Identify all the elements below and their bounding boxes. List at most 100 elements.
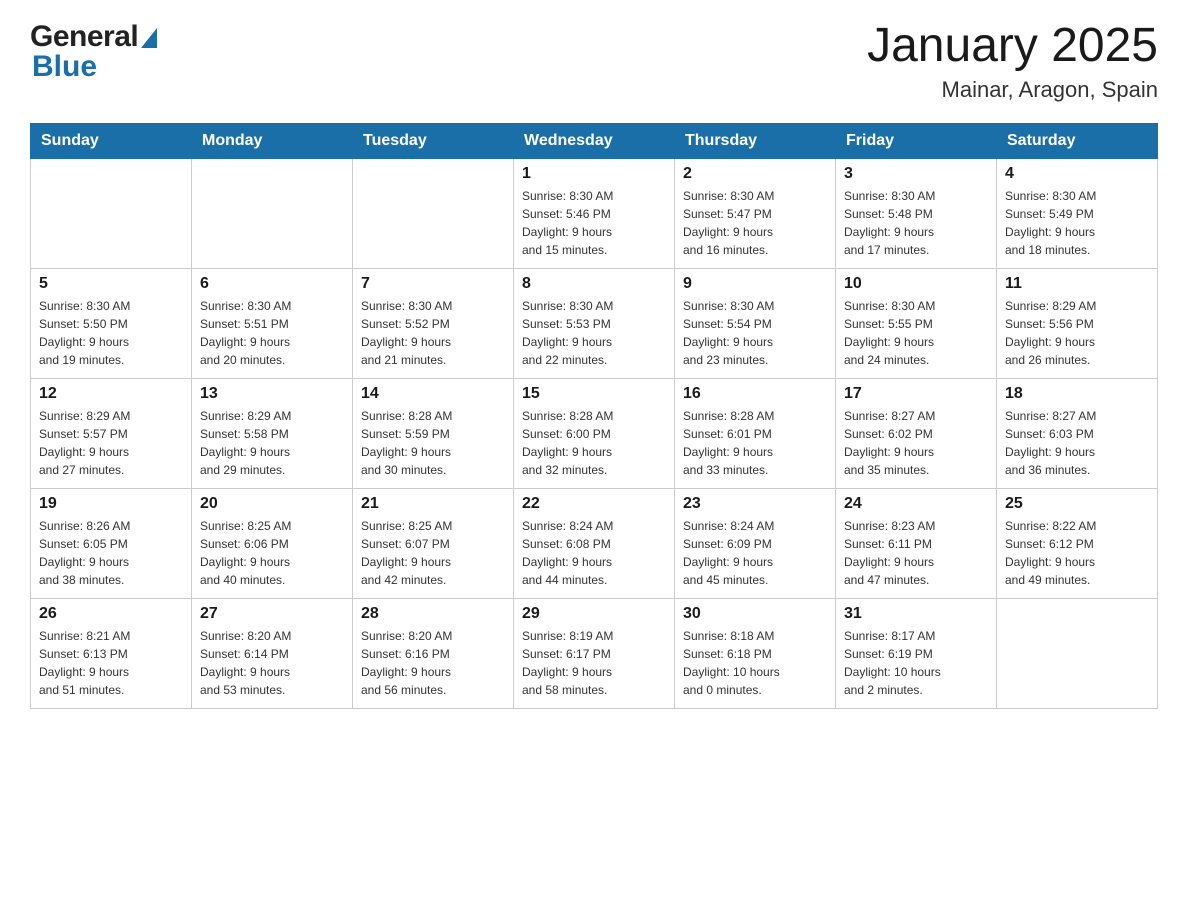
day-number: 4	[1005, 165, 1149, 183]
calendar-week-row: 19 Sunrise: 8:26 AM Sunset: 6:05 PM Dayli…	[31, 488, 1158, 598]
day-info: Sunrise: 8:30 AM Sunset: 5:46 PM Dayligh…	[522, 187, 666, 259]
calendar-header-row: SundayMondayTuesdayWednesdayThursdayFrid…	[31, 123, 1158, 158]
calendar-cell: 1 Sunrise: 8:30 AM Sunset: 5:46 PM Daylig…	[514, 158, 675, 268]
calendar-cell: 27 Sunrise: 8:20 AM Sunset: 6:14 PM Dayli…	[192, 598, 353, 708]
column-header-sunday: Sunday	[31, 123, 192, 158]
day-info: Sunrise: 8:22 AM Sunset: 6:12 PM Dayligh…	[1005, 517, 1149, 589]
day-number: 6	[200, 275, 344, 293]
day-info: Sunrise: 8:30 AM Sunset: 5:52 PM Dayligh…	[361, 297, 505, 369]
calendar-cell: 4 Sunrise: 8:30 AM Sunset: 5:49 PM Daylig…	[997, 158, 1158, 268]
day-info: Sunrise: 8:25 AM Sunset: 6:06 PM Dayligh…	[200, 517, 344, 589]
column-header-monday: Monday	[192, 123, 353, 158]
logo-blue-text: Blue	[32, 50, 97, 84]
day-number: 16	[683, 385, 827, 403]
day-info: Sunrise: 8:27 AM Sunset: 6:02 PM Dayligh…	[844, 407, 988, 479]
day-info: Sunrise: 8:18 AM Sunset: 6:18 PM Dayligh…	[683, 627, 827, 699]
day-info: Sunrise: 8:21 AM Sunset: 6:13 PM Dayligh…	[39, 627, 183, 699]
calendar-cell: 21 Sunrise: 8:25 AM Sunset: 6:07 PM Dayli…	[353, 488, 514, 598]
calendar-cell	[353, 158, 514, 268]
day-number: 18	[1005, 385, 1149, 403]
day-number: 13	[200, 385, 344, 403]
day-info: Sunrise: 8:17 AM Sunset: 6:19 PM Dayligh…	[844, 627, 988, 699]
page-header: General Blue January 2025 Mainar, Aragon…	[30, 20, 1158, 103]
day-number: 21	[361, 495, 505, 513]
calendar-cell: 15 Sunrise: 8:28 AM Sunset: 6:00 PM Dayli…	[514, 378, 675, 488]
calendar-cell: 5Sunrise: 8:30 AM Sunset: 5:50 PM Daylig…	[31, 268, 192, 378]
day-number: 20	[200, 495, 344, 513]
calendar-cell: 8 Sunrise: 8:30 AM Sunset: 5:53 PM Daylig…	[514, 268, 675, 378]
day-number: 19	[39, 495, 183, 513]
calendar-cell: 2Sunrise: 8:30 AM Sunset: 5:47 PM Daylig…	[675, 158, 836, 268]
day-info: Sunrise: 8:26 AM Sunset: 6:05 PM Dayligh…	[39, 517, 183, 589]
column-header-friday: Friday	[836, 123, 997, 158]
column-header-wednesday: Wednesday	[514, 123, 675, 158]
calendar-cell: 10 Sunrise: 8:30 AM Sunset: 5:55 PM Dayli…	[836, 268, 997, 378]
day-number: 11	[1005, 275, 1149, 293]
day-info: Sunrise: 8:27 AM Sunset: 6:03 PM Dayligh…	[1005, 407, 1149, 479]
day-number: 14	[361, 385, 505, 403]
calendar-title: January 2025	[867, 20, 1158, 73]
calendar-cell	[31, 158, 192, 268]
calendar-table: SundayMondayTuesdayWednesdayThursdayFrid…	[30, 123, 1158, 709]
calendar-cell: 13 Sunrise: 8:29 AM Sunset: 5:58 PM Dayli…	[192, 378, 353, 488]
day-number: 1	[522, 165, 666, 183]
day-info: Sunrise: 8:24 AM Sunset: 6:08 PM Dayligh…	[522, 517, 666, 589]
calendar-week-row: 26Sunrise: 8:21 AM Sunset: 6:13 PM Dayli…	[31, 598, 1158, 708]
calendar-cell: 30 Sunrise: 8:18 AM Sunset: 6:18 PM Dayli…	[675, 598, 836, 708]
day-info: Sunrise: 8:30 AM Sunset: 5:48 PM Dayligh…	[844, 187, 988, 259]
day-info: Sunrise: 8:24 AM Sunset: 6:09 PM Dayligh…	[683, 517, 827, 589]
day-info: Sunrise: 8:30 AM Sunset: 5:55 PM Dayligh…	[844, 297, 988, 369]
day-number: 9	[683, 275, 827, 293]
day-info: Sunrise: 8:23 AM Sunset: 6:11 PM Dayligh…	[844, 517, 988, 589]
calendar-cell: 28Sunrise: 8:20 AM Sunset: 6:16 PM Dayli…	[353, 598, 514, 708]
calendar-cell: 25 Sunrise: 8:22 AM Sunset: 6:12 PM Dayli…	[997, 488, 1158, 598]
calendar-cell: 18 Sunrise: 8:27 AM Sunset: 6:03 PM Dayli…	[997, 378, 1158, 488]
calendar-cell: 3Sunrise: 8:30 AM Sunset: 5:48 PM Daylig…	[836, 158, 997, 268]
day-info: Sunrise: 8:30 AM Sunset: 5:54 PM Dayligh…	[683, 297, 827, 369]
calendar-cell: 6Sunrise: 8:30 AM Sunset: 5:51 PM Daylig…	[192, 268, 353, 378]
day-number: 29	[522, 605, 666, 623]
day-number: 8	[522, 275, 666, 293]
day-number: 23	[683, 495, 827, 513]
day-number: 24	[844, 495, 988, 513]
calendar-cell: 9 Sunrise: 8:30 AM Sunset: 5:54 PM Daylig…	[675, 268, 836, 378]
day-info: Sunrise: 8:29 AM Sunset: 5:57 PM Dayligh…	[39, 407, 183, 479]
calendar-cell	[997, 598, 1158, 708]
day-number: 30	[683, 605, 827, 623]
day-info: Sunrise: 8:29 AM Sunset: 5:56 PM Dayligh…	[1005, 297, 1149, 369]
calendar-cell	[192, 158, 353, 268]
column-header-thursday: Thursday	[675, 123, 836, 158]
day-info: Sunrise: 8:20 AM Sunset: 6:16 PM Dayligh…	[361, 627, 505, 699]
day-number: 15	[522, 385, 666, 403]
day-number: 5	[39, 275, 183, 293]
day-info: Sunrise: 8:30 AM Sunset: 5:53 PM Dayligh…	[522, 297, 666, 369]
title-block: January 2025 Mainar, Aragon, Spain	[867, 20, 1158, 103]
calendar-cell: 14Sunrise: 8:28 AM Sunset: 5:59 PM Dayli…	[353, 378, 514, 488]
day-info: Sunrise: 8:30 AM Sunset: 5:49 PM Dayligh…	[1005, 187, 1149, 259]
day-number: 31	[844, 605, 988, 623]
logo-triangle-icon	[141, 28, 157, 48]
day-number: 22	[522, 495, 666, 513]
day-info: Sunrise: 8:20 AM Sunset: 6:14 PM Dayligh…	[200, 627, 344, 699]
calendar-cell: 24 Sunrise: 8:23 AM Sunset: 6:11 PM Dayli…	[836, 488, 997, 598]
day-number: 12	[39, 385, 183, 403]
calendar-cell: 17 Sunrise: 8:27 AM Sunset: 6:02 PM Dayli…	[836, 378, 997, 488]
calendar-cell: 16 Sunrise: 8:28 AM Sunset: 6:01 PM Dayli…	[675, 378, 836, 488]
day-info: Sunrise: 8:19 AM Sunset: 6:17 PM Dayligh…	[522, 627, 666, 699]
calendar-cell: 31 Sunrise: 8:17 AM Sunset: 6:19 PM Dayli…	[836, 598, 997, 708]
day-info: Sunrise: 8:25 AM Sunset: 6:07 PM Dayligh…	[361, 517, 505, 589]
day-number: 25	[1005, 495, 1149, 513]
day-info: Sunrise: 8:28 AM Sunset: 6:01 PM Dayligh…	[683, 407, 827, 479]
calendar-cell: 26Sunrise: 8:21 AM Sunset: 6:13 PM Dayli…	[31, 598, 192, 708]
calendar-cell: 20 Sunrise: 8:25 AM Sunset: 6:06 PM Dayli…	[192, 488, 353, 598]
day-info: Sunrise: 8:28 AM Sunset: 6:00 PM Dayligh…	[522, 407, 666, 479]
day-number: 27	[200, 605, 344, 623]
calendar-cell: 29 Sunrise: 8:19 AM Sunset: 6:17 PM Dayli…	[514, 598, 675, 708]
day-number: 17	[844, 385, 988, 403]
day-info: Sunrise: 8:30 AM Sunset: 5:47 PM Dayligh…	[683, 187, 827, 259]
day-info: Sunrise: 8:29 AM Sunset: 5:58 PM Dayligh…	[200, 407, 344, 479]
calendar-week-row: 5Sunrise: 8:30 AM Sunset: 5:50 PM Daylig…	[31, 268, 1158, 378]
calendar-week-row: 12 Sunrise: 8:29 AM Sunset: 5:57 PM Dayli…	[31, 378, 1158, 488]
calendar-cell: 7Sunrise: 8:30 AM Sunset: 5:52 PM Daylig…	[353, 268, 514, 378]
day-number: 10	[844, 275, 988, 293]
